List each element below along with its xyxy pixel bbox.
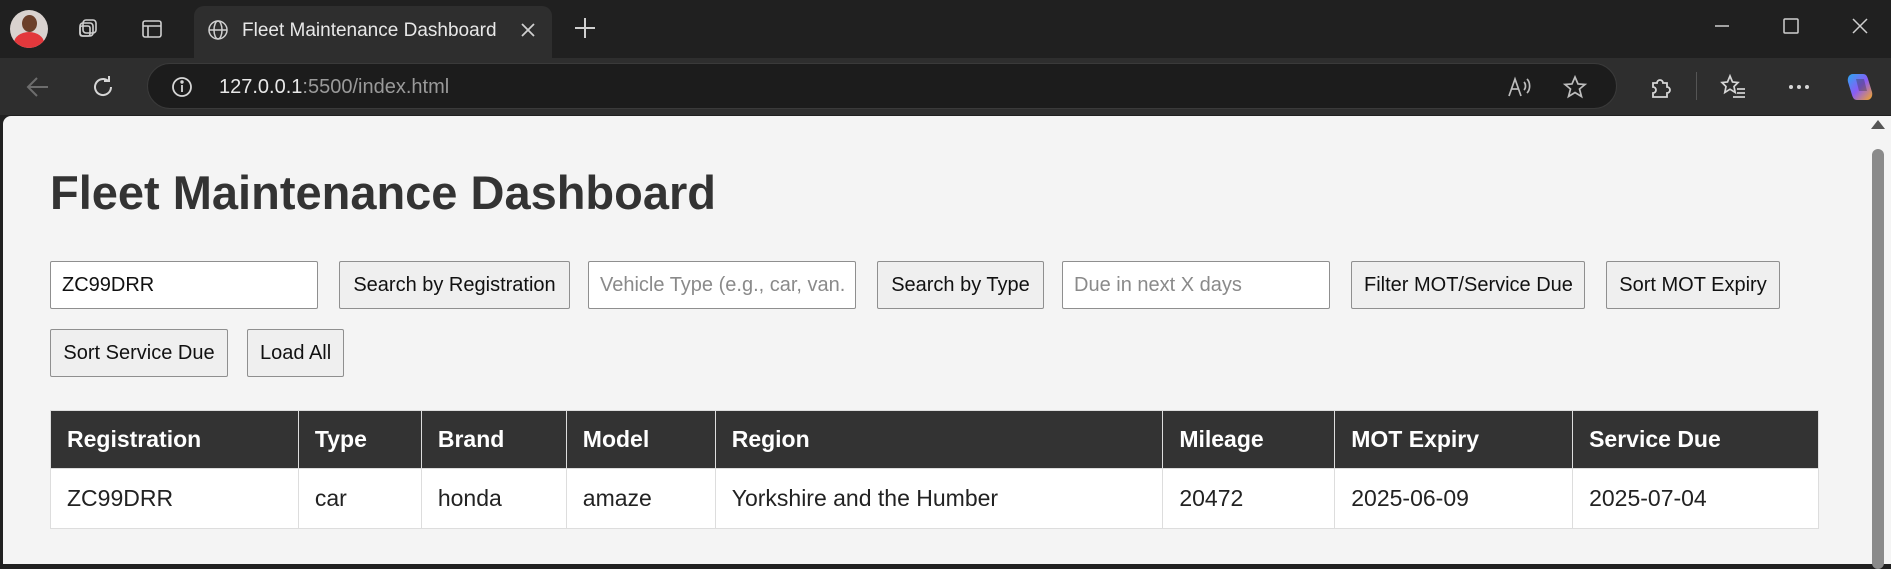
back-icon[interactable] [21, 70, 55, 104]
header-type: Type [297, 410, 422, 469]
header-registration: Registration [50, 410, 299, 469]
url-path: :5500/index.html [302, 76, 450, 98]
table-row: ZC99DRR car honda amaze Yorkshire and th… [50, 468, 1819, 529]
cell-service-due: 2025-07-04 [1572, 468, 1819, 529]
url-host: 127.0.0.1 [219, 76, 303, 98]
favorites-icon[interactable] [1716, 70, 1750, 104]
sort-mot-button[interactable]: Sort MOT Expiry [1606, 261, 1780, 309]
vehicle-table: Registration Type Brand Model Region Mil… [50, 410, 1819, 529]
site-info-icon[interactable] [170, 75, 194, 104]
cell-model: amaze [565, 468, 716, 529]
copilot-icon[interactable] [1843, 70, 1877, 104]
new-tab-icon[interactable] [570, 13, 600, 48]
header-brand: Brand [420, 410, 567, 469]
due-days-input[interactable] [1062, 261, 1330, 309]
refresh-icon[interactable] [86, 70, 120, 104]
search-type-button[interactable]: Search by Type [877, 261, 1044, 309]
search-registration-button[interactable]: Search by Registration [339, 261, 570, 309]
tab-title: Fleet Maintenance Dashboard [242, 20, 497, 41]
vehicle-type-input[interactable] [588, 261, 856, 309]
cell-mileage: 20472 [1162, 468, 1336, 529]
toolbar-separator [1696, 72, 1697, 100]
cell-type: car [297, 468, 422, 529]
scrollbar-thumb[interactable] [1872, 149, 1884, 569]
close-window-icon[interactable] [1836, 10, 1884, 42]
extensions-icon[interactable] [1643, 70, 1677, 104]
page-scrollbar[interactable] [1865, 116, 1891, 569]
page-content: Fleet Maintenance Dashboard Search by Re… [3, 116, 1865, 564]
address-bar[interactable]: 127.0.0.1:5500/index.html [147, 63, 1617, 109]
table-header-row: Registration Type Brand Model Region Mil… [50, 410, 1819, 469]
scroll-up-icon[interactable] [1871, 120, 1885, 129]
close-tab-icon[interactable] [518, 20, 538, 45]
load-all-button[interactable]: Load All [247, 329, 344, 377]
browser-toolbar: 127.0.0.1:5500/index.html [0, 58, 1891, 115]
globe-icon [206, 18, 230, 47]
header-mileage: Mileage [1162, 410, 1336, 469]
add-favorite-icon[interactable] [1562, 74, 1588, 105]
cell-region: Yorkshire and the Humber [714, 468, 1164, 529]
header-service-due: Service Due [1572, 410, 1819, 469]
tab-strip: Fleet Maintenance Dashboard [0, 0, 1891, 58]
tab-fleet-dashboard[interactable]: Fleet Maintenance Dashboard [194, 6, 552, 58]
registration-input[interactable] [50, 261, 318, 309]
more-options-icon[interactable] [1782, 70, 1816, 104]
header-mot-expiry: MOT Expiry [1334, 410, 1574, 469]
page-title: Fleet Maintenance Dashboard [50, 166, 716, 219]
url-text: 127.0.0.1:5500/index.html [219, 76, 449, 99]
cell-brand: honda [420, 468, 567, 529]
filter-due-button[interactable]: Filter MOT/Service Due [1351, 261, 1585, 309]
sort-service-button[interactable]: Sort Service Due [50, 329, 228, 377]
read-aloud-icon[interactable] [1506, 74, 1532, 105]
header-region: Region [714, 410, 1164, 469]
minimize-icon[interactable] [1698, 10, 1746, 42]
workspaces-icon[interactable] [72, 13, 104, 45]
maximize-icon[interactable] [1767, 10, 1815, 42]
cell-mot-expiry: 2025-06-09 [1334, 468, 1574, 529]
profile-avatar[interactable] [10, 10, 48, 48]
vertical-tabs-icon[interactable] [136, 13, 168, 45]
cell-registration: ZC99DRR [50, 468, 299, 529]
header-model: Model [565, 410, 716, 469]
